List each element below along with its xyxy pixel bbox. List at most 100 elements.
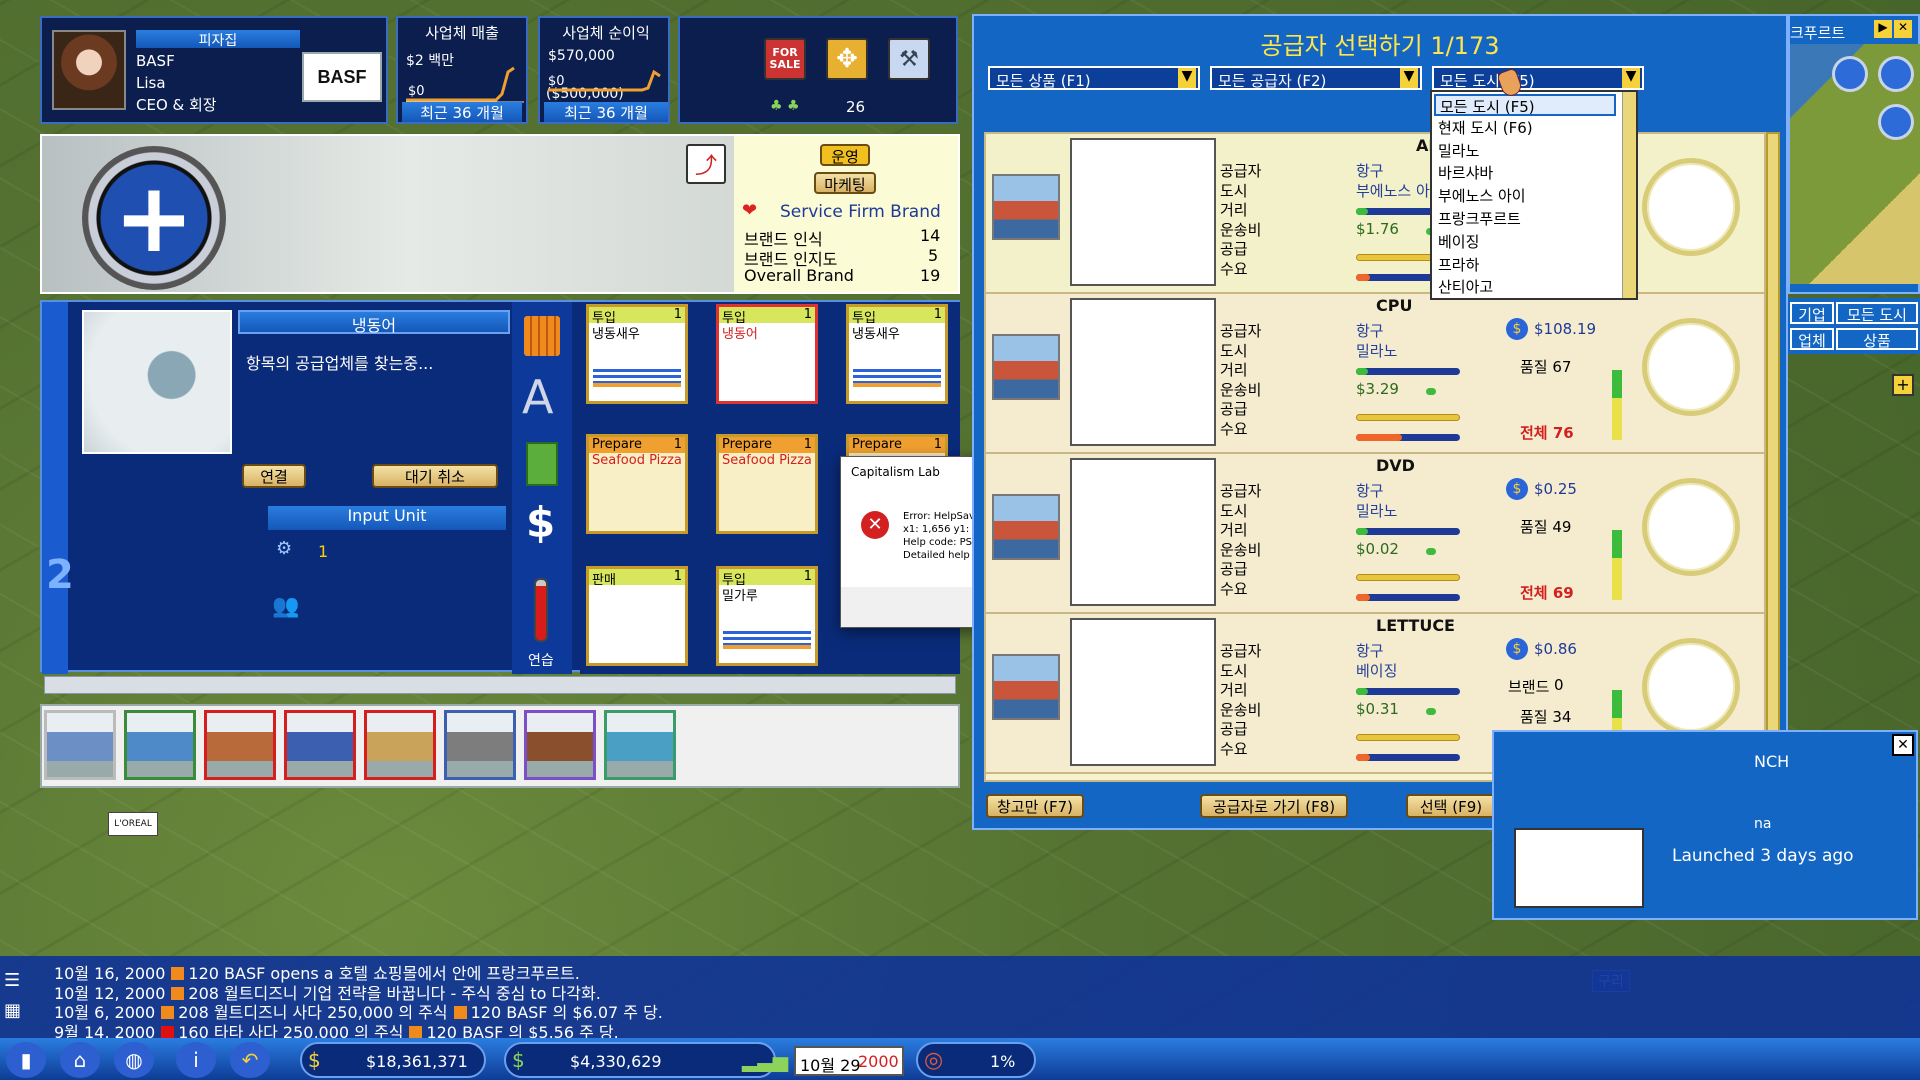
- ticker-menu-icon[interactable]: ☰: [4, 970, 26, 992]
- expand-button[interactable]: +: [1892, 374, 1914, 396]
- product-image[interactable]: [1514, 828, 1644, 908]
- for-sale-text: FOR SALE: [769, 46, 801, 71]
- city-option[interactable]: 프라하: [1434, 254, 1616, 276]
- profit-panel[interactable]: 사업체 순이익 $570,000 $0 ($500,000) 최근 36 개월: [538, 16, 670, 124]
- building-type-icon[interactable]: [44, 710, 116, 780]
- company-logo[interactable]: BASF: [302, 52, 382, 102]
- graph-icon[interactable]: [1832, 56, 1868, 92]
- tab-all-cities[interactable]: 모든 도시: [1836, 302, 1918, 324]
- dollar-icon[interactable]: $: [526, 498, 555, 547]
- news-close-button[interactable]: ✕: [1892, 734, 1914, 756]
- row-label: 거리: [1220, 361, 1248, 379]
- tab-company[interactable]: 기업: [1790, 302, 1834, 324]
- build-icon[interactable]: ⚒: [888, 38, 930, 80]
- add-unit-button[interactable]: +: [82, 146, 226, 290]
- book-menu-icon[interactable]: ▮: [6, 1042, 46, 1078]
- city-option[interactable]: 모든 도시 (F5): [1434, 94, 1616, 116]
- supplier-row[interactable]: CPU 공급자 도시 거리 운송비 공급 수요 항구 밀라노 $3.29 $ $108.19 품질 67…: [986, 294, 1764, 454]
- supplier-select-circle[interactable]: [1642, 318, 1740, 416]
- cancel-wait-button[interactable]: 대기 취소: [372, 464, 498, 488]
- ledger-icon[interactable]: [524, 316, 560, 356]
- building-type-icon[interactable]: [524, 710, 596, 780]
- unit-left-strip: 2: [42, 302, 74, 674]
- unit-cell-num: 1: [673, 437, 682, 452]
- for-sale-icon[interactable]: FOR SALE: [764, 38, 806, 80]
- city-option[interactable]: 현재 도시 (F6): [1434, 117, 1616, 139]
- city-filter[interactable]: 모든 도시 (F5) ▼: [1432, 66, 1644, 90]
- unit-cell[interactable]: Prepare 1 Seafood Pizza: [586, 434, 688, 534]
- globe-icon[interactable]: ◍: [114, 1042, 154, 1078]
- tab-operation[interactable]: 운영: [820, 144, 870, 166]
- scroll-track[interactable]: [44, 676, 956, 694]
- supplier-row[interactable]: AL 공급자 도시 거리 운송비 공급 수요 항구 부에노스 아이 $1.76: [986, 134, 1764, 294]
- city-dropdown-scrollbar[interactable]: [1622, 92, 1636, 298]
- unit-cell[interactable]: 판매 1: [586, 566, 688, 666]
- training-icon[interactable]: A: [522, 374, 553, 420]
- supplier-select-circle[interactable]: [1642, 158, 1740, 256]
- supplier-select-circle[interactable]: [1642, 638, 1740, 736]
- training-gauge[interactable]: [534, 578, 548, 642]
- row-label: 공급자: [1220, 162, 1262, 180]
- building-type-icon[interactable]: [444, 710, 516, 780]
- unit-cell[interactable]: 투입 1 냉동어: [716, 304, 818, 404]
- rate-box[interactable]: ◎ 1%: [916, 1042, 1036, 1078]
- supplier-scrollbar[interactable]: [1766, 132, 1780, 782]
- freight-cost: $3.29: [1356, 380, 1399, 398]
- goto-supplier-button[interactable]: 공급자로 가기 (F8): [1200, 794, 1348, 818]
- building-type-icon[interactable]: [204, 710, 276, 780]
- city-option[interactable]: 프랑크푸르트: [1434, 208, 1616, 230]
- news-panel: ✕ NCH na Launched 3 days ago: [1492, 730, 1918, 920]
- freight-cost: $1.76: [1356, 220, 1399, 238]
- ticker-marker: [409, 1025, 423, 1039]
- unit-cell[interactable]: Prepare 1 Seafood Pizza: [716, 434, 818, 534]
- move-icon[interactable]: ✥: [826, 38, 868, 80]
- profit-box[interactable]: $ $4,330,629 ▂▃▅: [504, 1042, 788, 1078]
- chevron-down-icon: ▼: [1400, 68, 1418, 88]
- minimap-close-button[interactable]: ✕: [1894, 20, 1912, 38]
- book-icon[interactable]: [526, 442, 558, 486]
- supplier-row[interactable]: DVD 공급자 도시 거리 운송비 공급 수요 항구 밀라노 $0.02 $ $0.25 품질 49 전체…: [986, 454, 1764, 614]
- unit-cell[interactable]: 투입 1 밀가루: [716, 566, 818, 666]
- tab-industry[interactable]: 업체: [1790, 328, 1834, 350]
- tools-icon[interactable]: [1878, 56, 1914, 92]
- date-box[interactable]: 10월 29 2000: [794, 1046, 904, 1076]
- city-option[interactable]: 베이징: [1434, 231, 1616, 253]
- tab-marketing[interactable]: 마케팅: [814, 172, 876, 194]
- supplier-city: 밀라노: [1356, 341, 1398, 360]
- building-type-icon[interactable]: [284, 710, 356, 780]
- supplier-select-circle[interactable]: [1642, 478, 1740, 576]
- unit-cell-head: 투입: [852, 311, 876, 326]
- building-type-icon[interactable]: [364, 710, 436, 780]
- supply-bar: [1356, 574, 1460, 581]
- unit-cell[interactable]: 투입 1 냉동새우: [846, 304, 948, 404]
- row-label: 공급: [1220, 240, 1248, 258]
- city-view-icon[interactable]: ⌂: [60, 1042, 100, 1078]
- profit-title: 사업체 순이익: [562, 24, 650, 42]
- unit-cell-bars: [593, 369, 681, 387]
- building-type-icon[interactable]: [604, 710, 676, 780]
- product-filter[interactable]: 모든 상품 (F1) ▼: [988, 66, 1200, 90]
- minimap-next-button[interactable]: ▶: [1874, 20, 1892, 38]
- unit-cell[interactable]: 투입 1 냉동새우: [586, 304, 688, 404]
- building-type-icon[interactable]: [124, 710, 196, 780]
- supplier-filter[interactable]: 모든 공급자 (F2) ▼: [1210, 66, 1422, 90]
- staff-icon: 👥: [272, 594, 300, 619]
- product-filter-label: 모든 상품 (F1): [996, 72, 1091, 90]
- ticker-grid-icon[interactable]: ▦: [4, 1000, 26, 1022]
- chart-toggle-icon[interactable]: ⤴: [686, 144, 726, 184]
- city-option[interactable]: 밀라노: [1434, 140, 1616, 162]
- cash-box[interactable]: $ $18,361,371: [300, 1042, 486, 1078]
- city-option[interactable]: 부에노스 아이: [1434, 185, 1616, 207]
- city-option[interactable]: 산티아고: [1434, 276, 1616, 298]
- row-label: 공급: [1220, 560, 1248, 578]
- select-supplier-button[interactable]: 선택 (F9): [1406, 794, 1496, 818]
- ceo-portrait[interactable]: [52, 30, 126, 110]
- info-icon[interactable]: i: [176, 1042, 216, 1078]
- undo-icon[interactable]: ↶: [230, 1042, 270, 1078]
- connect-button[interactable]: 연결: [242, 464, 306, 488]
- satellite-icon[interactable]: [1878, 104, 1914, 140]
- tab-product[interactable]: 상품: [1836, 328, 1918, 350]
- revenue-panel[interactable]: 사업체 매출 $2 백만 $0 최근 36 개월: [396, 16, 528, 124]
- warehouse-only-button[interactable]: 창고만 (F7): [986, 794, 1084, 818]
- city-option[interactable]: 바르샤바: [1434, 162, 1616, 184]
